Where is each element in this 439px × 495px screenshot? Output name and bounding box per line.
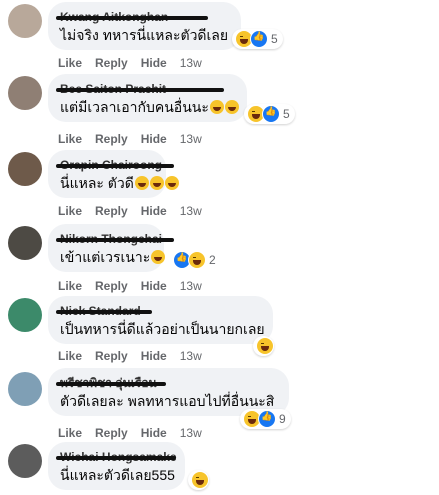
comment-bubble: Nick Standard เป็นทหารนี่ดีแล้วอย่าเป็นน… xyxy=(48,296,273,344)
comment-actions: Like Reply Hide 13w xyxy=(58,204,215,218)
like-button[interactable]: Like xyxy=(58,204,82,218)
comment-text: เข้าแต่เวรเนาะ xyxy=(60,247,166,267)
hide-button[interactable]: Hide xyxy=(141,204,167,218)
hide-button[interactable]: Hide xyxy=(141,426,167,440)
comment-actions: Like Reply Hide 13w xyxy=(58,426,215,440)
avatar[interactable] xyxy=(8,76,42,110)
laughing-emoji-icon xyxy=(164,176,179,190)
redaction-bar xyxy=(56,456,176,460)
haha-reaction-icon xyxy=(256,337,274,355)
timestamp[interactable]: 13w xyxy=(180,132,202,146)
comment-bubble: Wichai Hongsamake นี่แหละตัวดีเลย555 xyxy=(48,442,185,490)
comment-bubble: Kwang Aitkonghan ไม่จริง ทหารนี่แหละตัวด… xyxy=(48,2,241,50)
avatar[interactable] xyxy=(8,152,42,186)
hide-button[interactable]: Hide xyxy=(141,349,167,363)
comment-text: นี่แหละ ตัวดี xyxy=(60,173,179,193)
reaction-count: 9 xyxy=(279,412,286,426)
commenter-name[interactable]: Bee Saiton Prachit xyxy=(56,82,235,96)
like-reaction-icon xyxy=(258,410,276,428)
timestamp[interactable]: 13w xyxy=(180,204,202,218)
reply-button[interactable]: Reply xyxy=(95,349,128,363)
comment-text: ไม่จริง ทหารนี่แหละตัวดีเลย xyxy=(60,27,229,43)
haha-reaction-icon xyxy=(188,251,206,269)
laughing-emoji-icon xyxy=(134,176,149,190)
comment-bubble: Bee Saiton Prachit แต่มีเวลาเอากับคนอื่น… xyxy=(48,74,247,122)
commenter-name[interactable]: Wichai Hongsamake xyxy=(56,450,177,464)
laughing-emoji-icon xyxy=(149,176,164,190)
avatar[interactable] xyxy=(8,4,42,38)
comment-text: เป็นทหารนี่ดีแล้วอย่าเป็นนายกเลย xyxy=(60,321,265,337)
redaction-bar xyxy=(56,88,224,92)
comment-actions: Like Reply Hide 13w xyxy=(58,132,215,146)
reaction-count: 5 xyxy=(271,32,278,46)
redaction-bar xyxy=(56,310,152,314)
hide-button[interactable]: Hide xyxy=(141,279,167,293)
like-button[interactable]: Like xyxy=(58,349,82,363)
reaction-summary[interactable]: 9 xyxy=(240,409,291,429)
reaction-summary[interactable]: 5 xyxy=(232,29,283,49)
timestamp[interactable]: 13w xyxy=(180,349,202,363)
comment-bubble: Nikorn Thongchai เข้าแต่เวรเนาะ xyxy=(48,224,174,272)
commenter-name[interactable]: Nikorn Thongchai xyxy=(56,232,174,246)
comment-text: นี่แหละตัวดีเลย555 xyxy=(60,467,175,483)
redaction-bar xyxy=(56,382,166,386)
reaction-summary[interactable] xyxy=(253,336,274,356)
reaction-summary[interactable]: 2 xyxy=(170,250,221,270)
like-reaction-icon xyxy=(262,105,280,123)
reaction-count: 5 xyxy=(283,107,290,121)
commenter-name[interactable]: Kwang Aitkonghan xyxy=(56,10,229,24)
hide-button[interactable]: Hide xyxy=(141,56,167,70)
haha-reaction-icon xyxy=(191,471,209,489)
timestamp[interactable]: 13w xyxy=(180,426,202,440)
commenter-name[interactable]: Orapin Chairoong xyxy=(56,158,174,172)
like-button[interactable]: Like xyxy=(58,132,82,146)
comment-bubble: Orapin Chairoong นี่แหละ ตัวดี xyxy=(48,150,179,198)
reply-button[interactable]: Reply xyxy=(95,132,128,146)
redaction-bar xyxy=(56,238,174,242)
like-button[interactable]: Like xyxy=(58,426,82,440)
redaction-bar xyxy=(56,164,174,168)
commenter-name[interactable]: พรีชาพิชา อุ่นเรือน xyxy=(56,376,277,390)
comment-text: ตัวดีเลยละ พลทหารแอบไปที่อื่นนะสิ xyxy=(60,393,275,409)
commenter-name[interactable]: Nick Standard xyxy=(56,304,261,318)
reaction-count: 2 xyxy=(209,253,216,267)
comment-actions: Like Reply Hide 13w xyxy=(58,349,215,363)
comment-actions: Like Reply Hide 13w xyxy=(58,279,215,293)
reply-button[interactable]: Reply xyxy=(95,204,128,218)
reaction-summary[interactable]: 5 xyxy=(244,104,295,124)
reply-button[interactable]: Reply xyxy=(95,56,128,70)
reaction-summary[interactable] xyxy=(188,470,209,490)
hide-button[interactable]: Hide xyxy=(141,132,167,146)
comment-text: แต่มีเวลาเอากับคนอื่นนะ xyxy=(60,97,239,117)
avatar[interactable] xyxy=(8,444,42,478)
laughing-emoji-icon xyxy=(224,100,239,114)
timestamp[interactable]: 13w xyxy=(180,279,202,293)
like-button[interactable]: Like xyxy=(58,56,82,70)
reply-button[interactable]: Reply xyxy=(95,279,128,293)
redaction-bar xyxy=(56,16,208,20)
avatar[interactable] xyxy=(8,226,42,260)
comment-actions: Like Reply Hide 13w xyxy=(58,56,215,70)
laughing-emoji-icon xyxy=(151,250,166,264)
reply-button[interactable]: Reply xyxy=(95,426,128,440)
like-reaction-icon xyxy=(250,30,268,48)
avatar[interactable] xyxy=(8,298,42,332)
avatar[interactable] xyxy=(8,372,42,406)
like-button[interactable]: Like xyxy=(58,279,82,293)
timestamp[interactable]: 13w xyxy=(180,56,202,70)
laughing-emoji-icon xyxy=(209,100,224,114)
